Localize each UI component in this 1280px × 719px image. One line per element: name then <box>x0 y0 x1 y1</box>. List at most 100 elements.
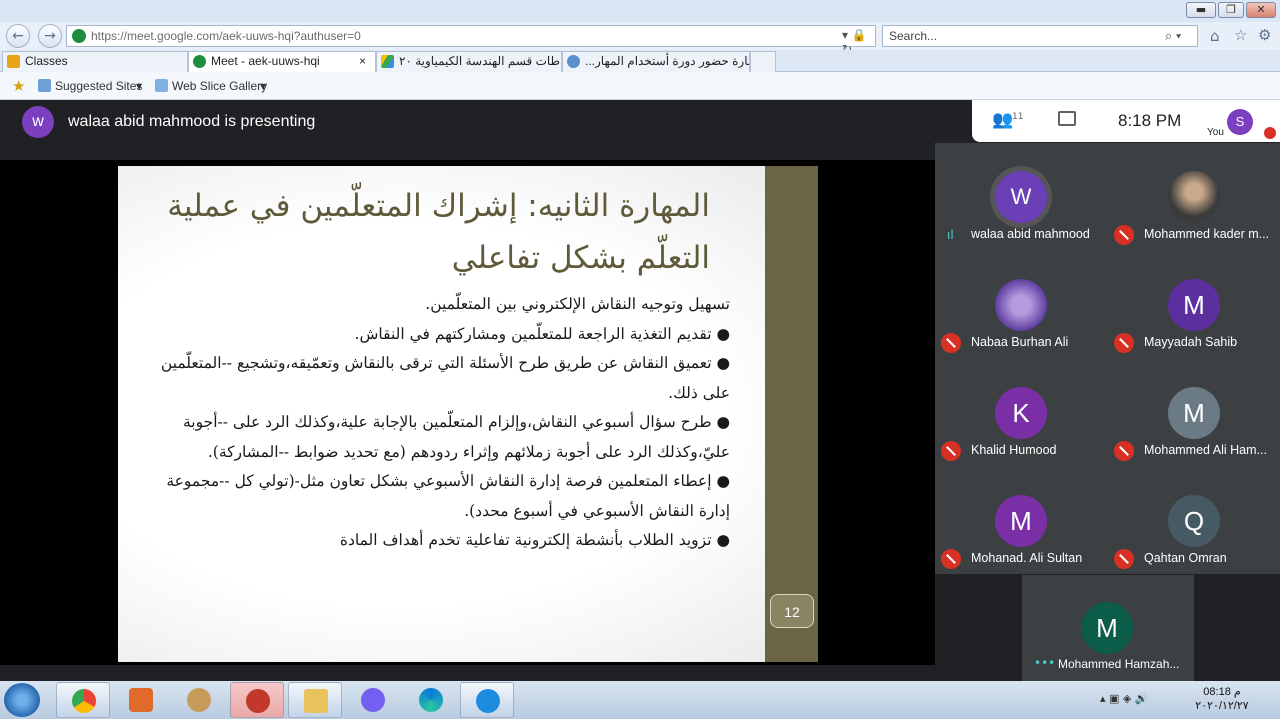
tab-meet[interactable]: Meet - aek-uuws-hqi × <box>188 51 376 72</box>
self-avatar[interactable]: S <box>1227 109 1253 135</box>
slide-bullet: ● تعميق النقاش عن طريق طرح الأسئلة التي … <box>160 354 730 402</box>
presenter-avatar: w <box>22 106 54 138</box>
participant-tile[interactable]: Nabaa Burhan Ali <box>935 251 1107 358</box>
settings-gear-icon[interactable]: ⚙ <box>1258 26 1271 44</box>
participant-name: Mayyadah Sahib <box>1144 335 1238 349</box>
muted-mic-icon <box>1114 225 1134 245</box>
chat-icon[interactable] <box>1058 111 1076 126</box>
participant-avatar: M <box>995 495 1047 547</box>
people-count: 11 <box>1012 112 1024 122</box>
slide-bullet: ● طرح سؤال أسبوعي النقاش،وإلزام المتعلّم… <box>182 413 730 461</box>
taskbar-media-player[interactable] <box>114 682 168 718</box>
meet-icon <box>193 55 206 68</box>
taskbar-viber[interactable] <box>346 682 400 718</box>
participant-photo <box>1168 171 1220 223</box>
muted-mic-icon <box>941 441 961 461</box>
participant-name: walaa abid mahmood <box>971 227 1090 241</box>
suggested-sites-icon <box>38 79 51 92</box>
muted-mic-icon <box>941 333 961 353</box>
muted-mic-icon <box>1114 333 1134 353</box>
search-placeholder: Search... <box>889 29 938 43</box>
web-slice-gallery-link[interactable]: Web Slice Gallery <box>172 79 267 93</box>
slide-bullet: ● تقديم التغذية الراجعة للمتعلّمين ومشار… <box>354 324 730 343</box>
search-box[interactable]: Search... ⌕ ▾ <box>882 25 1198 47</box>
back-icon[interactable]: ← <box>6 24 30 48</box>
more-options-icon[interactable]: ••• <box>1034 656 1055 670</box>
tab-classes[interactable]: Classes <box>2 51 188 72</box>
address-bar[interactable]: https://meet.google.com/aek-uuws-hqi?aut… <box>66 25 876 56</box>
presenting-label: walaa abid mahmood is presenting <box>68 113 316 130</box>
start-button[interactable] <box>4 683 40 717</box>
suggested-sites-link[interactable]: Suggested Sites <box>55 79 142 93</box>
search-icon: ⌕ ▾ <box>1165 28 1182 43</box>
participant-name: Mohammed kader m... <box>1144 227 1270 241</box>
drive-icon <box>381 55 394 68</box>
taskbar-explorer[interactable] <box>288 682 342 718</box>
folder-icon <box>304 689 328 713</box>
tray-icons[interactable]: ▴ ▣ ◈ 🔊 <box>1100 692 1149 705</box>
paint-icon <box>187 688 211 712</box>
tab-bar: Classes Meet - aek-uuws-hqi × نشاطات قسم… <box>0 50 1280 72</box>
self-label: You <box>1207 127 1224 138</box>
participant-tile[interactable]: Q Qahtan Omran <box>1108 467 1280 574</box>
internet-explorer-icon <box>476 689 500 713</box>
dropdown-icon[interactable]: ▾ <box>260 79 266 93</box>
muted-mic-icon <box>1114 549 1134 569</box>
restore-button[interactable]: ❐ <box>1218 2 1244 18</box>
windows-taskbar: ▴ ▣ ◈ 🔊 <box>0 681 1280 719</box>
tray-date: ٢٠٢٠/١٢/٢٧ <box>1195 700 1249 712</box>
participant-avatar: W <box>995 171 1047 223</box>
title-bar: ▬ ❐ ✕ <box>0 0 1280 24</box>
participant-tile[interactable]: M Mayyadah Sahib <box>1108 251 1280 358</box>
participant-avatar: M <box>1168 279 1220 331</box>
classroom-icon <box>7 55 20 68</box>
slide-body: تسهيل وتوجيه النقاش الإلكتروني بين المتع… <box>150 290 730 556</box>
self-tile[interactable]: M ••• Mohammed Hamzah... <box>1022 575 1194 681</box>
participant-name: Khalid Humood <box>971 443 1057 457</box>
speaking-icon: ıl <box>947 228 954 242</box>
self-muted-icon <box>1264 127 1276 139</box>
taskbar-snipping-tool[interactable] <box>230 682 284 718</box>
forward-icon[interactable]: → <box>38 24 62 48</box>
muted-mic-icon <box>1114 441 1134 461</box>
ie-page-icon <box>567 55 580 68</box>
site-icon <box>72 29 86 43</box>
chrome-icon <box>72 689 96 713</box>
participant-name: Qahtan Omran <box>1144 551 1227 565</box>
people-icon[interactable]: 👥 <box>992 110 1013 130</box>
participant-tile[interactable]: M Mohammed Ali Ham... <box>1108 359 1280 466</box>
participant-avatar: M <box>1168 387 1220 439</box>
participant-name: Mohammed Ali Ham... <box>1144 443 1267 457</box>
taskbar-paint[interactable] <box>172 682 226 718</box>
edge-icon <box>419 688 443 712</box>
favorites-star-icon[interactable]: ☆ <box>1234 26 1247 44</box>
close-tab-icon[interactable]: × <box>359 52 366 71</box>
new-tab-button[interactable] <box>750 51 776 72</box>
favorites-icon[interactable]: ★ <box>12 77 25 95</box>
participant-tile[interactable]: W ıl walaa abid mahmood <box>935 143 1107 250</box>
url-text: https://meet.google.com/aek-uuws-hqi?aut… <box>91 29 361 43</box>
dropdown-icon[interactable]: ▾ <box>136 79 142 93</box>
self-tile-name: Mohammed Hamzah... <box>1058 657 1180 671</box>
minimize-button[interactable]: ▬ <box>1186 2 1216 18</box>
home-icon[interactable]: ⌂ <box>1210 27 1220 45</box>
participant-tile[interactable]: Mohammed kader m... <box>1108 143 1280 250</box>
taskbar-internet-explorer[interactable] <box>460 682 514 718</box>
participant-grid: W ıl walaa abid mahmood Mohammed kader m… <box>935 143 1280 574</box>
participant-name: Nabaa Burhan Ali <box>971 335 1069 349</box>
favorites-bar: ★ Suggested Sites ▾ Web Slice Gallery ▾ <box>0 72 1280 100</box>
tray-time: 08:18 م <box>1203 686 1241 698</box>
close-button[interactable]: ✕ <box>1246 2 1276 18</box>
participant-photo <box>995 279 1047 331</box>
tray-clock[interactable]: 08:18 م ٢٠٢٠/١٢/٢٧ <box>1192 685 1252 713</box>
slide-bullet: ● تزويد الطلاب بأنشطة إلكترونية تفاعلية … <box>339 531 730 549</box>
participant-tile[interactable]: K Khalid Humood <box>935 359 1107 466</box>
meeting-clock: 8:18 PM <box>1118 111 1182 130</box>
participant-tile[interactable]: M Mohanad. Ali Sultan <box>935 467 1107 574</box>
slide-number: 12 <box>784 604 800 620</box>
slide-bullet: ● إعطاء المتعلمين فرصة إدارة النقاش الأس… <box>166 472 730 520</box>
tab-forms[interactable]: ...استمارة حضور دورة أستخدام المهار <box>562 51 750 72</box>
taskbar-edge[interactable] <box>404 682 458 718</box>
tab-drive[interactable]: نشاطات قسم الهندسة الكيمياوية ٢٠... <box>376 51 562 72</box>
taskbar-chrome[interactable] <box>56 682 110 718</box>
